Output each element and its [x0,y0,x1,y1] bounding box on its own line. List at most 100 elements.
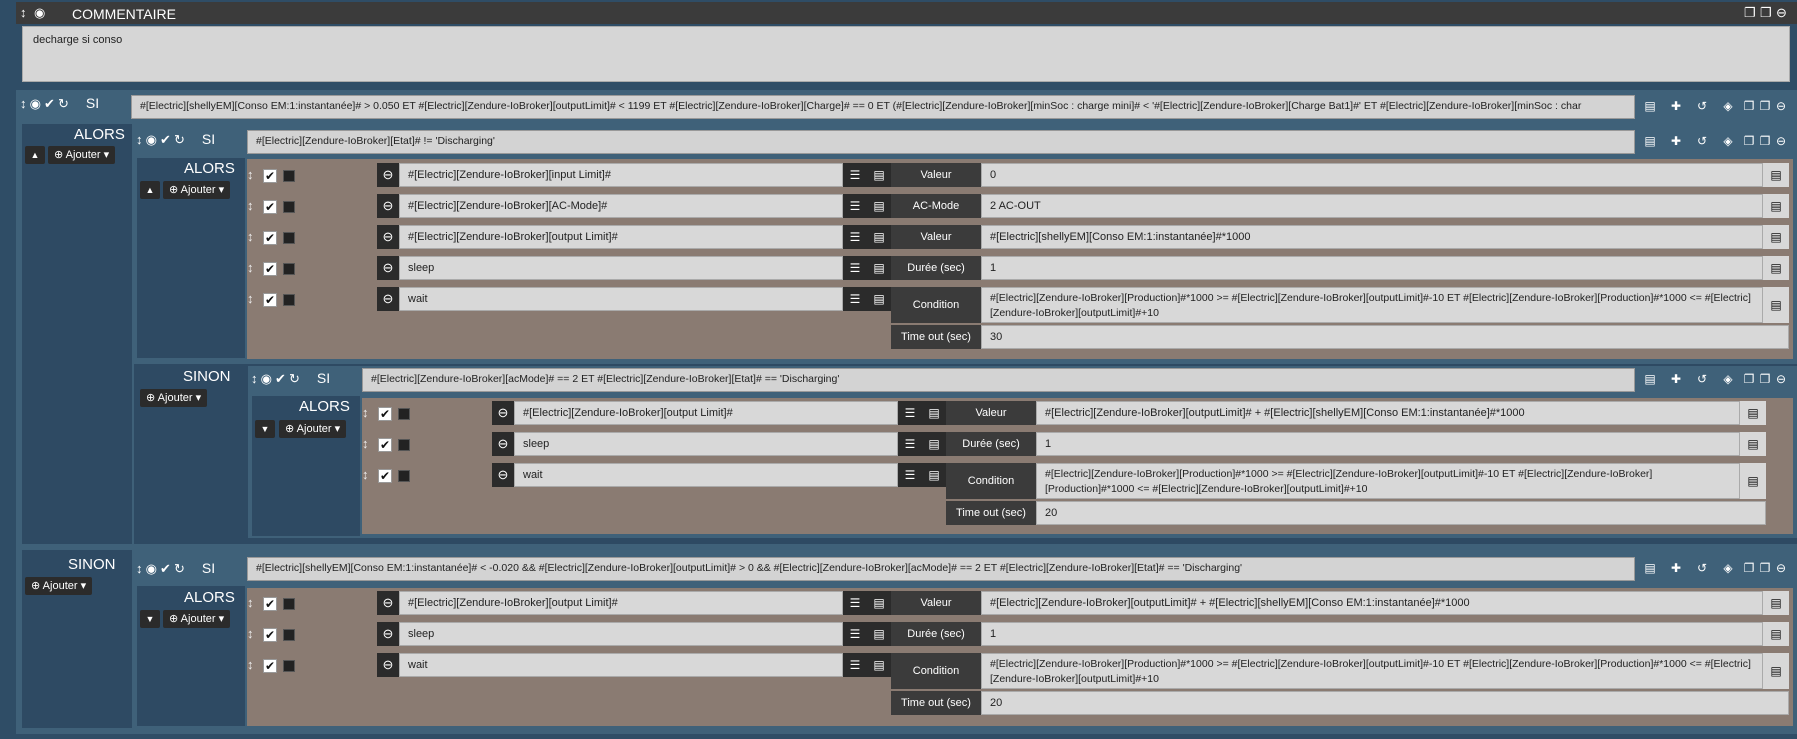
action-command[interactable]: #[Electric][Zendure-IoBroker][output Lim… [399,225,843,249]
history-icon[interactable]: ↺ [1689,557,1715,579]
option-checkbox[interactable] [283,263,295,275]
table-icon[interactable]: ▤ [867,653,891,677]
list-icon[interactable]: ▤ [1637,368,1663,390]
param-value[interactable]: #[Electric][Zendure-IoBroker][Production… [981,653,1763,689]
move-up-button[interactable]: ▲ [140,181,160,199]
table-icon[interactable]: ▤ [867,622,891,646]
si3-condition[interactable]: #[Electric][Zendure-IoBroker][acMode]# =… [362,368,1635,392]
list-icon[interactable]: ☰ [843,194,867,218]
drag-handle-icon[interactable]: ↕ [20,96,27,111]
table-icon[interactable]: ▤ [867,287,891,311]
enable-checkbox[interactable]: ✔ [263,293,277,307]
timeout-value[interactable]: 20 [1036,501,1766,525]
enable-checkbox[interactable]: ✔ [263,628,277,642]
drag-handle-icon[interactable]: ↕ [136,561,143,576]
action-command[interactable]: sleep [399,256,843,280]
move-up-button[interactable]: ▲ [25,146,45,164]
list-icon[interactable]: ☰ [898,463,922,487]
option-checkbox[interactable] [283,170,295,182]
action-command[interactable]: #[Electric][Zendure-IoBroker][output Lim… [514,401,898,425]
param-value[interactable]: 1 [981,622,1763,646]
param-value[interactable]: #[Electric][Zendure-IoBroker][outputLimi… [981,591,1763,615]
ajouter-button[interactable]: ⊕ Ajouter ▾ [163,181,231,199]
option-checkbox[interactable] [283,629,295,641]
action-command[interactable]: #[Electric][Zendure-IoBroker][AC-Mode]# [399,194,843,218]
drag-handle-icon[interactable]: ↕ [362,436,369,451]
copy-icon[interactable]: ❐ [1744,5,1756,21]
ajouter-button[interactable]: ⊕ Ajouter ▾ [163,610,231,628]
expression-button[interactable]: ▤ [1763,256,1789,280]
cube-icon[interactable]: ◈ [1715,368,1741,390]
ajouter-button[interactable]: ⊕ Ajouter ▾ [25,577,93,595]
duplicate-icon[interactable]: ❐ [1757,95,1773,117]
param-value[interactable]: 0 [981,163,1763,187]
check-icon[interactable]: ✔ [160,132,171,148]
table-icon[interactable]: ▤ [922,432,946,456]
expression-button[interactable]: ▤ [1763,653,1789,689]
duplicate-icon[interactable]: ❐ [1760,5,1772,21]
enable-checkbox[interactable]: ✔ [378,438,392,452]
list-icon[interactable]: ☰ [843,163,867,187]
remove-action-button[interactable]: ⊖ [492,401,514,425]
remove-action-button[interactable]: ⊖ [377,622,399,646]
remove-icon[interactable]: ⊖ [1773,557,1789,579]
refresh-icon[interactable]: ↻ [58,96,69,112]
eye-icon[interactable]: ◉ [146,132,157,148]
check-icon[interactable]: ✔ [44,96,55,112]
remove-action-button[interactable]: ⊖ [377,194,399,218]
action-command[interactable]: sleep [514,432,898,456]
history-icon[interactable]: ↺ [1689,368,1715,390]
param-value[interactable]: #[Electric][shellyEM][Conso EM:1:instant… [981,225,1763,249]
enable-checkbox[interactable]: ✔ [263,169,277,183]
list-icon[interactable]: ☰ [843,622,867,646]
history-icon[interactable]: ↺ [1689,95,1715,117]
remove-action-button[interactable]: ⊖ [492,432,514,456]
action-command[interactable]: wait [399,287,843,311]
option-checkbox[interactable] [283,232,295,244]
puzzle-icon[interactable]: ✚ [1663,368,1689,390]
option-checkbox[interactable] [283,294,295,306]
si2-condition[interactable]: #[Electric][Zendure-IoBroker][Etat]# != … [247,130,1635,154]
table-icon[interactable]: ▤ [867,194,891,218]
expression-button[interactable]: ▤ [1740,401,1766,425]
drag-handle-icon[interactable]: ↕ [247,198,254,213]
drag-handle-icon[interactable]: ↕ [247,595,254,610]
remove-icon[interactable]: ⊖ [1776,5,1787,21]
move-down-button[interactable]: ▼ [255,420,275,438]
remove-icon[interactable]: ⊖ [1773,368,1789,390]
si1-condition[interactable]: #[Electric][shellyEM][Conso EM:1:instant… [131,95,1635,119]
action-command[interactable]: sleep [399,622,843,646]
enable-checkbox[interactable]: ✔ [263,597,277,611]
expression-button[interactable]: ▤ [1763,287,1789,323]
list-icon[interactable]: ☰ [843,225,867,249]
history-icon[interactable]: ↺ [1689,130,1715,152]
list-icon[interactable]: ☰ [843,287,867,311]
param-value[interactable]: #[Electric][Zendure-IoBroker][Production… [981,287,1763,323]
copy-icon[interactable]: ❐ [1741,95,1757,117]
option-checkbox[interactable] [398,408,410,420]
drag-handle-icon[interactable]: ↕ [362,467,369,482]
enable-checkbox[interactable]: ✔ [263,262,277,276]
timeout-value[interactable]: 20 [981,691,1789,715]
action-command[interactable]: #[Electric][Zendure-IoBroker][output Lim… [399,591,843,615]
param-value[interactable]: #[Electric][Zendure-IoBroker][Production… [1036,463,1740,499]
copy-icon[interactable]: ❐ [1741,130,1757,152]
list-icon[interactable]: ▤ [1637,95,1663,117]
eye-icon[interactable]: ◉ [34,5,45,21]
duplicate-icon[interactable]: ❐ [1757,557,1773,579]
drag-handle-icon[interactable]: ↕ [247,229,254,244]
table-icon[interactable]: ▤ [867,256,891,280]
cube-icon[interactable]: ◈ [1715,95,1741,117]
option-checkbox[interactable] [283,598,295,610]
drag-handle-icon[interactable]: ↕ [247,167,254,182]
expression-button[interactable]: ▤ [1740,432,1766,456]
list-icon[interactable]: ▤ [1637,557,1663,579]
list-icon[interactable]: ☰ [843,256,867,280]
remove-icon[interactable]: ⊖ [1773,130,1789,152]
action-command[interactable]: wait [514,463,898,487]
option-checkbox[interactable] [398,439,410,451]
option-checkbox[interactable] [398,470,410,482]
option-checkbox[interactable] [283,201,295,213]
action-command[interactable]: #[Electric][Zendure-IoBroker][input Limi… [399,163,843,187]
enable-checkbox[interactable]: ✔ [378,407,392,421]
